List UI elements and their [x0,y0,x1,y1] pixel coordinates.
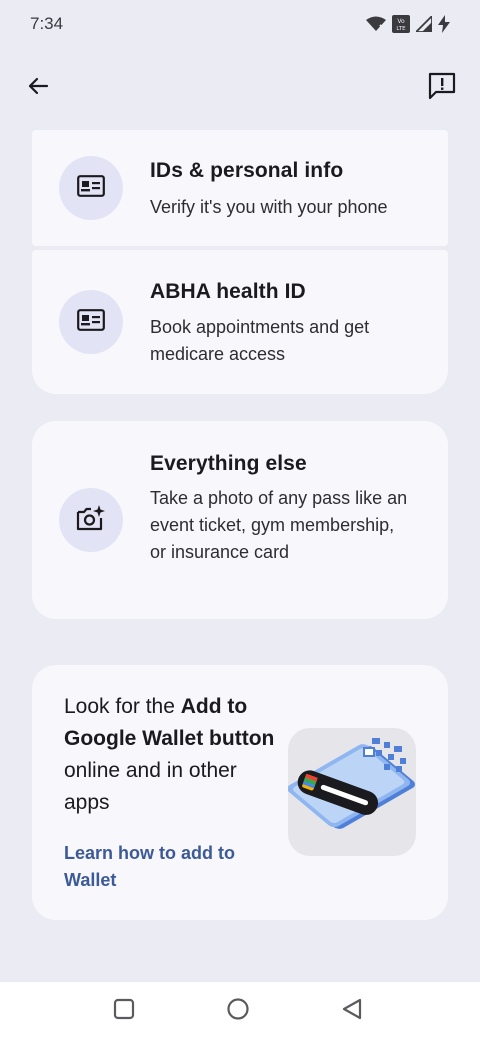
card-everything-else[interactable]: Everything else Take a photo of any pass… [32,421,448,619]
card-ids-personal-info[interactable]: IDs & personal info Verify it's you with… [32,130,448,246]
system-navigation-bar [0,982,480,1041]
home-circle-icon [226,997,250,1026]
card-description: Verify it's you with your phone [150,197,388,217]
card-title: IDs & personal info [150,159,344,182]
charging-icon [438,15,450,33]
promo-text-part1: Look for the [64,695,181,718]
wallet-illustration [288,728,416,856]
id-card-icon [77,174,105,202]
top-app-bar [0,64,480,112]
recents-button[interactable] [94,982,154,1041]
card-title: Everything else [150,452,307,475]
card-abha-health-id[interactable]: ABHA health ID Book appointments and get… [32,250,448,394]
svg-text:Vo: Vo [397,18,405,25]
back-button[interactable] [16,64,60,112]
card-icon-circle [59,488,123,552]
back-triangle-icon [341,998,363,1025]
card-description: Take a photo of any pass like an event t… [150,488,408,562]
card-description: Book appointments and get medicare acces… [150,317,370,364]
nav-back-button[interactable] [322,982,382,1041]
arrow-back-icon [26,74,50,103]
card-icon-circle [59,290,123,354]
card-icon-circle [59,156,123,220]
recents-square-icon [113,998,135,1025]
status-bar: 7:34 Vo LTE [0,0,480,48]
promo-text-part2: online and in other apps [64,759,237,814]
wifi-icon [366,16,386,32]
promo-card-add-to-wallet: Look for the Add to Google Wallet button… [32,665,448,920]
volte-icon: Vo LTE [392,15,410,33]
feedback-button[interactable] [420,64,464,112]
promo-text: Look for the Add to Google Wallet button… [64,691,279,819]
learn-how-link[interactable]: Learn how to add to Wallet [64,840,284,894]
status-time: 7:34 [30,14,64,33]
status-icons: Vo LTE [366,15,450,33]
svg-text:LTE: LTE [396,26,406,32]
feedback-icon [428,72,456,105]
camera-sparkle-icon [76,504,106,537]
home-button[interactable] [208,982,268,1041]
signal-icon [416,16,432,32]
card-title: ABHA health ID [150,280,306,303]
id-card-icon [77,308,105,336]
